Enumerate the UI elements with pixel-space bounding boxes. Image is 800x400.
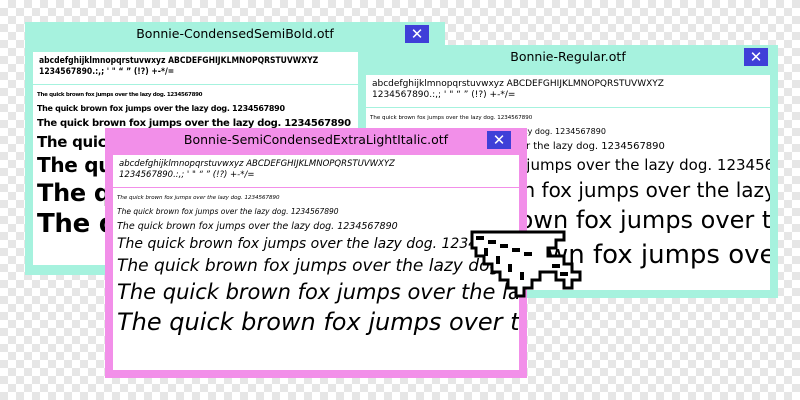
- window-titlebar[interactable]: Bonnie-Regular.otf ✕: [366, 45, 770, 71]
- sample-text-size-3: The quick brown fox jumps over the lazy …: [117, 221, 398, 232]
- sample-text-size-4: The quick brown fox jumps over the lazy …: [117, 236, 519, 252]
- charset-letters: abcdefghijklmnopqrstuvwxyz ABCDEFGHIJKLM…: [119, 159, 395, 169]
- window-title: Bonnie-SemiCondensedExtraLightItalic.otf: [183, 132, 449, 147]
- font-window-semicondensed-extralight-italic[interactable]: Bonnie-SemiCondensedExtraLightItalic.otf…: [105, 128, 527, 378]
- pixel-arrow-cursor-icon: [470, 230, 582, 298]
- sample-list: The quick brown fox jumps over the lazy …: [113, 188, 519, 336]
- close-button[interactable]: ✕: [405, 25, 429, 43]
- sample-text-size-1: The quick brown fox jumps over the lazy …: [370, 115, 533, 121]
- sample-text-size-1: The quick brown fox jumps over the lazy …: [117, 195, 280, 201]
- sample-text-size-5: The quick brown fox jumps over the lazy …: [117, 256, 519, 276]
- close-button[interactable]: ✕: [744, 48, 768, 66]
- charset-letters: abcdefghijklmnopqrstuvwxyz ABCDEFGHIJKLM…: [372, 79, 664, 89]
- window-title: Bonnie-Regular.otf: [510, 49, 626, 64]
- character-set: abcdefghijklmnopqrstuvwxyz ABCDEFGHIJKLM…: [366, 75, 770, 107]
- sample-text-size-7: The quick brown fox jumps over the lazy …: [117, 308, 519, 336]
- charset-numbers-symbols: 1234567890.:,; ' " “ ” (!?) +-*/=: [372, 90, 516, 100]
- charset-numbers-symbols: 1234567890.:,; ' " “ ” (!?) +-*/=: [119, 170, 255, 180]
- character-set: abcdefghijklmnopqrstuvwxyz ABCDEFGHIJKLM…: [113, 155, 519, 187]
- window-titlebar[interactable]: Bonnie-SemiCondensedExtraLightItalic.otf…: [113, 128, 519, 154]
- sample-text-size-2: The quick brown fox jumps over the lazy …: [117, 207, 339, 216]
- close-button[interactable]: ✕: [487, 131, 511, 149]
- font-preview-area: abcdefghijklmnopqrstuvwxyz ABCDEFGHIJKLM…: [113, 155, 519, 370]
- sample-text-size-6: The quick brown fox jumps over the lazy …: [117, 280, 519, 304]
- window-title: Bonnie-CondensedSemiBold.otf: [136, 26, 334, 41]
